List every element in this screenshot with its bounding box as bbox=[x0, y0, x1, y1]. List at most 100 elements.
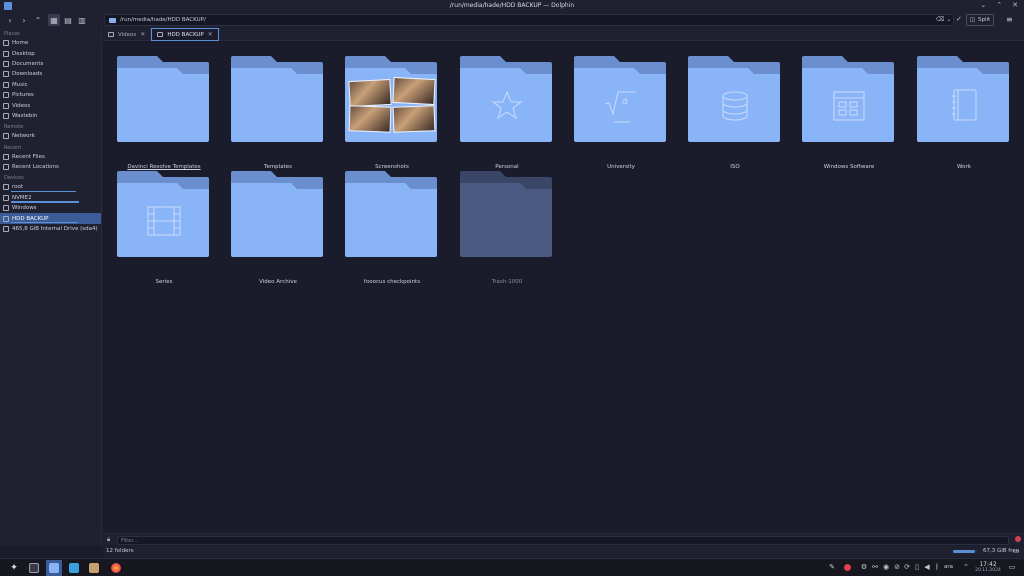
folder-item[interactable]: ISO bbox=[688, 56, 782, 170]
lock-icon[interactable]: 🔒︎ bbox=[107, 536, 110, 544]
folder-item[interactable]: a University bbox=[574, 56, 668, 170]
sidebar-item[interactable]: NVME2 bbox=[0, 193, 101, 203]
mute-icon[interactable]: ⊘ bbox=[893, 563, 901, 571]
folder-icon bbox=[117, 56, 209, 142]
folder-item[interactable]: Personal bbox=[460, 56, 554, 170]
status-bar: 12 folders 67,3 GiB free ▭ bbox=[103, 546, 1024, 557]
close-tab-icon[interactable]: ✕ bbox=[208, 31, 213, 38]
sidebar-item[interactable]: Home bbox=[0, 38, 101, 48]
folder-icon bbox=[688, 56, 780, 142]
up-button[interactable]: ⌃ bbox=[32, 14, 44, 26]
close-filter-icon[interactable] bbox=[1015, 536, 1021, 542]
sidebar-item[interactable]: Documents bbox=[0, 59, 101, 69]
recent-files-icon bbox=[3, 153, 9, 160]
record-icon[interactable] bbox=[843, 563, 851, 571]
folder-name: Davinci Resolve Templates bbox=[127, 164, 201, 170]
forward-button[interactable]: › bbox=[18, 14, 30, 26]
sidebar-item[interactable]: Wastebin bbox=[0, 111, 101, 121]
recent-locations-icon bbox=[3, 164, 9, 171]
toolbar: ‹ › ⌃ ▦ ▤ ▥ /run/media/hade/HDD BACKUP/ … bbox=[0, 12, 1024, 28]
window-title: /run/media/hade/HDD BACKUP — Dolphin bbox=[449, 2, 575, 9]
sidebar-item[interactable]: Desktop bbox=[0, 48, 101, 58]
back-button[interactable]: ‹ bbox=[4, 14, 16, 26]
update-icon[interactable]: ⟳ bbox=[903, 563, 911, 571]
confirm-icon[interactable]: ✓ bbox=[956, 15, 962, 23]
vpn-icon[interactable]: ⚯ bbox=[871, 563, 879, 571]
color-picker-icon[interactable]: ✎ bbox=[828, 563, 836, 571]
clear-location-icon[interactable]: ⌫ ⌄ bbox=[936, 16, 951, 23]
sidebar-item[interactable]: Downloads bbox=[0, 69, 101, 79]
folder-item[interactable]: Templates bbox=[231, 56, 325, 170]
tab-bar: Videos ✕ HDD BACKUP ✕ bbox=[103, 28, 1024, 41]
downloads-icon bbox=[3, 71, 9, 78]
sidebar-item[interactable]: HDD BACKUP bbox=[0, 213, 101, 224]
hamburger-menu-icon[interactable]: ≡ bbox=[1006, 15, 1013, 24]
sidebar-item[interactable]: root bbox=[0, 182, 101, 193]
sidebar-item[interactable]: Recent Locations bbox=[0, 162, 101, 172]
folder-view[interactable]: Davinci Resolve Templates Templates Scre… bbox=[103, 42, 1024, 532]
close-tab-icon[interactable]: ✕ bbox=[140, 31, 145, 38]
folder-icon: a bbox=[574, 56, 666, 142]
thumbnail-image bbox=[348, 78, 392, 108]
icons-view-button[interactable]: ▦ bbox=[48, 14, 60, 26]
app-launcher-button[interactable]: ✦ bbox=[6, 560, 22, 576]
minimize-icon[interactable]: ⌄ bbox=[980, 1, 986, 9]
close-icon[interactable]: ✕ bbox=[1012, 1, 1018, 9]
sidebar-item[interactable]: Videos bbox=[0, 100, 101, 110]
tab-label: HDD BACKUP bbox=[167, 31, 204, 38]
folder-item[interactable]: Work bbox=[917, 56, 1011, 170]
folder-item[interactable]: fooocus checkpoints bbox=[345, 171, 439, 285]
folder-item[interactable]: Series bbox=[117, 171, 211, 285]
disk-usage-fill bbox=[953, 550, 975, 553]
sidebar-item-label: Documents bbox=[12, 60, 44, 67]
status-menu-icon[interactable]: ▭ bbox=[1013, 547, 1020, 555]
tray-expand-icon[interactable]: ⌃ bbox=[962, 563, 970, 571]
folder-name: ISO bbox=[730, 164, 740, 170]
folder-icon bbox=[460, 56, 552, 142]
title-bar: /run/media/hade/HDD BACKUP — Dolphin ⌄ ⌃… bbox=[0, 0, 1024, 12]
folder-item[interactable]: Screenshots bbox=[345, 56, 439, 170]
taskbar-terminal-button[interactable] bbox=[26, 560, 42, 576]
compact-view-button[interactable]: ▤ bbox=[62, 14, 74, 26]
maximize-icon[interactable]: ⌃ bbox=[996, 1, 1002, 9]
folder-item[interactable]: Windows Software bbox=[802, 56, 896, 170]
tab[interactable]: Videos ✕ bbox=[103, 28, 152, 41]
sidebar-item-label: Recent Locations bbox=[12, 164, 59, 171]
taskbar-archive-button[interactable] bbox=[86, 560, 102, 576]
sidebar-item[interactable]: Windows bbox=[0, 203, 101, 213]
drive-icon bbox=[3, 226, 9, 233]
keyboard-layout[interactable]: ara bbox=[944, 564, 953, 570]
location-bar[interactable]: /run/media/hade/HDD BACKUP/ bbox=[104, 14, 954, 26]
trash-icon bbox=[3, 112, 9, 119]
steam-icon[interactable]: ◉ bbox=[882, 563, 890, 571]
folder-item[interactable]: Trash-1000 bbox=[460, 171, 554, 285]
taskbar-firefox-button[interactable] bbox=[108, 560, 124, 576]
taskbar-store-button[interactable] bbox=[66, 560, 82, 576]
folder-item[interactable]: Video Archive bbox=[231, 171, 325, 285]
sidebar-item[interactable]: Music bbox=[0, 80, 101, 90]
network-tray-icon[interactable]: ⚙ bbox=[860, 563, 868, 571]
clipboard-icon[interactable]: ▯ bbox=[913, 563, 921, 571]
sidebar-item-label: Videos bbox=[12, 102, 31, 109]
bluetooth-icon[interactable]: ᛒ bbox=[933, 563, 941, 571]
details-view-button[interactable]: ▥ bbox=[76, 14, 88, 26]
clock[interactable]: 17:42 20.11.2024 bbox=[974, 561, 1002, 573]
firefox-icon bbox=[111, 563, 121, 573]
sidebar-item[interactable]: 465,8 GiB Internal Drive (sda4) bbox=[0, 224, 101, 234]
filter-input[interactable]: Filter... bbox=[117, 536, 1009, 545]
taskbar-dolphin-button[interactable] bbox=[46, 560, 62, 576]
sidebar-item-label: 465,8 GiB Internal Drive (sda4) bbox=[12, 226, 98, 233]
dolphin-app-icon[interactable] bbox=[4, 2, 12, 10]
split-icon: ◫ bbox=[969, 17, 975, 23]
split-label: Split bbox=[978, 17, 991, 23]
folder-name: Trash-1000 bbox=[491, 279, 523, 285]
sidebar-item[interactable]: Recent Files bbox=[0, 152, 101, 162]
sidebar-item[interactable]: Network bbox=[0, 131, 101, 141]
folder-item[interactable]: Davinci Resolve Templates bbox=[117, 56, 211, 170]
split-button[interactable]: ◫ Split bbox=[966, 14, 994, 26]
volume-icon[interactable]: ◀ bbox=[923, 563, 931, 571]
tab[interactable]: HDD BACKUP ✕ bbox=[151, 28, 219, 41]
chevron-left-icon: ‹ bbox=[8, 15, 12, 25]
sidebar-item[interactable]: Pictures bbox=[0, 90, 101, 100]
show-desktop-icon[interactable]: ▭ bbox=[1008, 563, 1016, 571]
